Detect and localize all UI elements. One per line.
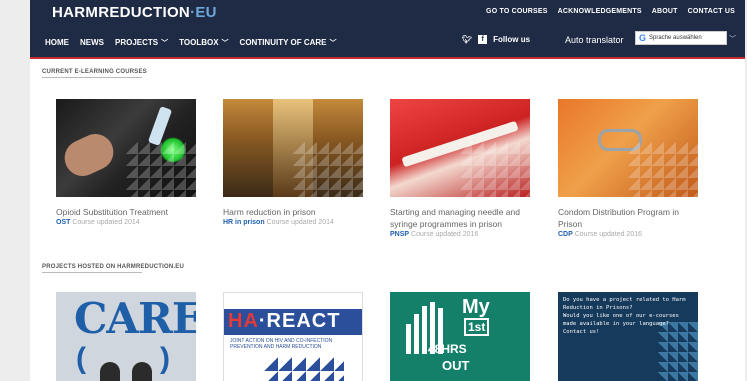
course-thumbnail[interactable] xyxy=(558,99,698,197)
projects-section-heading: PROJECTS HOSTED ON HARMREDUCTION.EU xyxy=(42,264,185,270)
header-divider xyxy=(30,57,745,59)
triangle-pattern xyxy=(293,142,363,197)
social-links: 🐦︎ f Follow us xyxy=(462,35,530,44)
page: HARMREDUCTION·EU GO TO COURSES ACKNOWLED… xyxy=(30,0,745,381)
course-code[interactable]: OST xyxy=(56,219,70,226)
triangle-pattern xyxy=(628,142,698,197)
course-updated: Course updated 2016 xyxy=(411,231,479,238)
logo-suffix: ·EU xyxy=(190,4,217,21)
left-arc-icon: ( xyxy=(76,342,86,375)
course-card-ost[interactable]: Opioid Substitution Treatment OST Course… xyxy=(56,99,196,226)
section-underline xyxy=(42,272,142,273)
facebook-icon[interactable]: f xyxy=(478,35,488,44)
people-icon xyxy=(98,346,154,381)
course-thumbnail[interactable] xyxy=(56,99,196,197)
ha-react-subtitle: JOINT ACTION ON HIV AND CO-INFECTION PRE… xyxy=(230,338,333,350)
course-card-pnsp[interactable]: Starting and managing needle and syringe… xyxy=(390,99,530,238)
auto-translator-label: Auto translator xyxy=(565,35,624,45)
nav-toolbox[interactable]: TOOLBOX ﹀ xyxy=(179,38,228,48)
course-updated: Course updated 2014 xyxy=(266,219,334,226)
top-links: GO TO COURSES ACKNOWLEDGEMENTS ABOUT CON… xyxy=(486,8,735,15)
ha-react-logo: HA·REACT xyxy=(228,310,340,333)
course-code[interactable]: PNSP xyxy=(390,231,409,238)
course-title[interactable]: Starting and managing needle and syringe… xyxy=(390,206,530,230)
chevron-down-icon: ﹀ xyxy=(221,40,229,47)
course-title[interactable]: Opioid Substitution Treatment xyxy=(56,206,196,218)
course-updated: Course updated 2016 xyxy=(574,231,643,238)
course-thumbnail[interactable] xyxy=(390,99,530,197)
course-meta: OST Course updated 2014 xyxy=(56,219,196,226)
course-code[interactable]: HR in prison xyxy=(223,219,265,226)
course-card-hr-in-prison[interactable]: Harm reduction in prison HR in prison Co… xyxy=(223,99,363,226)
top-link-courses[interactable]: GO TO COURSES xyxy=(486,8,548,15)
nav-news-label: NEWS xyxy=(80,38,104,47)
first-text: 1st xyxy=(464,318,490,336)
follow-us-link[interactable]: Follow us xyxy=(493,35,530,44)
course-meta: CDP Course updated 2016 xyxy=(558,231,698,238)
courses-section-heading: CURRENT E-LEARNING COURSES xyxy=(42,69,147,75)
course-card-cdp[interactable]: Condom Distribution Program in Prison CD… xyxy=(558,99,698,238)
nav-continuity-label: CONTINUITY OF CARE xyxy=(239,38,327,47)
language-select[interactable]: G Sprache auswählen xyxy=(635,31,727,45)
nav-toolbox-label: TOOLBOX xyxy=(179,38,219,47)
nav-home[interactable]: HOME xyxy=(45,38,69,48)
courses-section-title: CURRENT E-LEARNING COURSES xyxy=(42,69,147,78)
projects-section-title: PROJECTS HOSTED ON HARMREDUCTION.EU xyxy=(42,264,184,273)
my-text: My xyxy=(462,296,490,318)
top-link-acknowledgements[interactable]: ACKNOWLEDGEMENTS xyxy=(558,8,642,15)
course-title[interactable]: Condom Distribution Program in Prison xyxy=(558,206,698,230)
care-logo: CARE xyxy=(74,294,196,343)
top-link-about[interactable]: ABOUT xyxy=(652,8,678,15)
google-icon: G xyxy=(639,33,647,43)
twitter-icon[interactable]: 🐦︎ xyxy=(462,35,472,44)
ha-react-logo-a: HA xyxy=(228,310,259,332)
triangle-pattern xyxy=(264,357,344,381)
hand-image xyxy=(58,128,120,182)
course-updated: Course updated 2014 xyxy=(72,219,140,226)
chevron-down-icon: ﹀ xyxy=(329,40,337,47)
48hrs-text: 48HRS xyxy=(428,342,467,356)
section-underline xyxy=(42,77,142,78)
course-title[interactable]: Harm reduction in prison xyxy=(223,206,363,218)
site-logo[interactable]: HARMREDUCTION·EU xyxy=(52,4,217,21)
nav-news[interactable]: NEWS xyxy=(80,38,104,48)
language-select-value: Sprache auswählen xyxy=(649,35,702,41)
out-text: OUT xyxy=(442,358,470,373)
site-header: HARMREDUCTION·EU GO TO COURSES ACKNOWLED… xyxy=(30,0,745,58)
logo-main: HARMREDUCTION xyxy=(52,4,191,21)
project-card-care[interactable]: CARE ( ) xyxy=(56,292,196,381)
right-arc-icon: ) xyxy=(160,342,170,375)
course-code[interactable]: CDP xyxy=(558,231,573,238)
contact-cta-text: Do you have a project related to Harm Re… xyxy=(563,297,686,335)
project-card-ha-react[interactable]: HA·REACT JOINT ACTION ON HIV AND CO-INFE… xyxy=(223,292,363,381)
nav-home-label: HOME xyxy=(45,38,69,47)
triangle-pattern xyxy=(126,142,196,197)
ha-react-logo-b: ·REACT xyxy=(258,310,341,332)
triangle-pattern xyxy=(460,142,530,197)
course-meta: HR in prison Course updated 2014 xyxy=(223,219,363,226)
nav-projects[interactable]: PROJECTS ﹀ xyxy=(115,38,168,48)
nav-projects-label: PROJECTS xyxy=(115,38,159,47)
course-thumbnail[interactable] xyxy=(223,99,363,197)
chevron-down-icon[interactable]: ﹀ xyxy=(729,34,736,44)
course-meta: PNSP Course updated 2016 xyxy=(390,231,530,238)
chevron-down-icon: ﹀ xyxy=(161,40,169,47)
project-card-contact-cta[interactable]: Do you have a project related to Harm Re… xyxy=(558,292,698,381)
main-nav: HOME NEWS PROJECTS ﹀ TOOLBOX ﹀ CONTINUITY … xyxy=(45,38,337,48)
top-link-contact[interactable]: CONTACT US xyxy=(688,8,735,15)
project-card-my-1st-48hrs-out[interactable]: My 1st 48HRS OUT xyxy=(390,292,530,381)
nav-continuity-of-care[interactable]: CONTINUITY OF CARE ﹀ xyxy=(240,38,337,48)
